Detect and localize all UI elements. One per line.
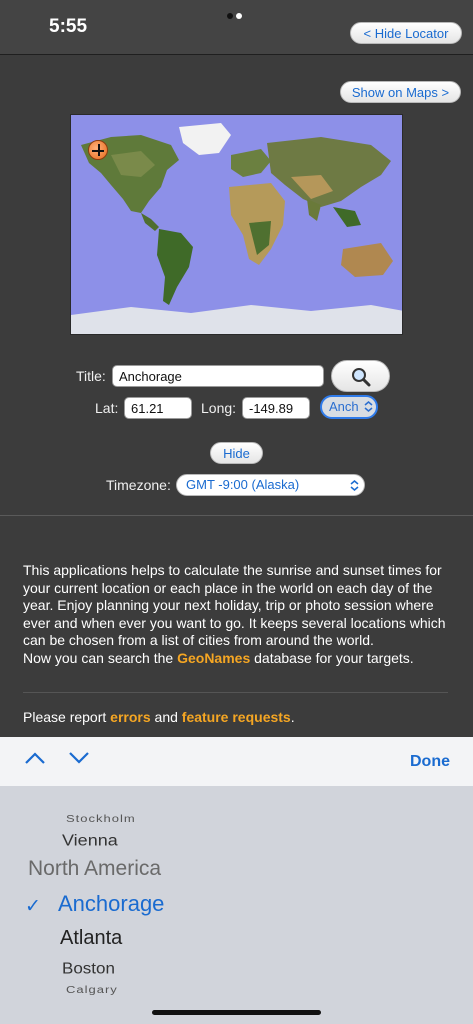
timezone-label: Timezone: (106, 477, 171, 493)
report-text: Please report errors and feature request… (23, 709, 295, 725)
picker-section-header: North America (28, 857, 162, 880)
timezone-select[interactable]: GMT -9:00 (Alaska) (176, 474, 365, 496)
picker-item[interactable]: Boston (62, 960, 115, 978)
long-input[interactable]: -149.89 (242, 397, 310, 419)
updown-chevron-icon (364, 401, 373, 412)
world-map[interactable] (70, 114, 403, 335)
search-button[interactable] (331, 360, 390, 392)
title-label: Title: (76, 368, 106, 384)
home-indicator (152, 1010, 321, 1015)
city-picker[interactable]: Stockholm Vienna North America ✓ Anchora… (0, 786, 473, 1024)
divider (0, 515, 473, 516)
divider (23, 692, 448, 693)
updown-chevron-icon (350, 480, 359, 491)
world-map-image (71, 115, 402, 334)
errors-link[interactable]: errors (110, 709, 150, 725)
location-pin-icon[interactable] (88, 140, 108, 160)
page-dots (227, 6, 245, 24)
checkmark-icon: ✓ (25, 896, 41, 917)
done-button[interactable]: Done (410, 753, 450, 771)
picker-item[interactable]: Calgary (66, 984, 118, 995)
title-input[interactable]: Anchorage (112, 365, 324, 387)
picker-item[interactable]: Stockholm (66, 813, 136, 824)
timezone-value: GMT -9:00 (Alaska) (186, 477, 300, 492)
hide-button[interactable]: Hide (210, 442, 263, 464)
picker-toolbar: Done (0, 737, 473, 787)
show-on-maps-button[interactable]: Show on Maps > (340, 81, 461, 103)
city-select-value: Anch (329, 399, 359, 414)
magnifier-icon (352, 368, 371, 387)
picker-item-selected[interactable]: Anchorage (58, 891, 164, 917)
geonames-link[interactable]: GeoNames (177, 650, 250, 666)
lat-input[interactable]: 61.21 (124, 397, 192, 419)
lat-label: Lat: (95, 400, 119, 416)
status-time: 5:55 (49, 16, 88, 37)
chevron-up-icon[interactable] (24, 751, 46, 765)
description-text: This applications helps to calculate the… (23, 562, 446, 666)
city-select[interactable]: Anch (320, 395, 378, 419)
chevron-down-icon[interactable] (68, 751, 90, 765)
picker-item[interactable]: Vienna (62, 831, 118, 849)
hide-locator-button[interactable]: < Hide Locator (350, 22, 462, 44)
long-label: Long: (201, 400, 237, 416)
picker-item[interactable]: Atlanta (60, 927, 122, 950)
feature-requests-link[interactable]: feature requests (182, 709, 291, 725)
